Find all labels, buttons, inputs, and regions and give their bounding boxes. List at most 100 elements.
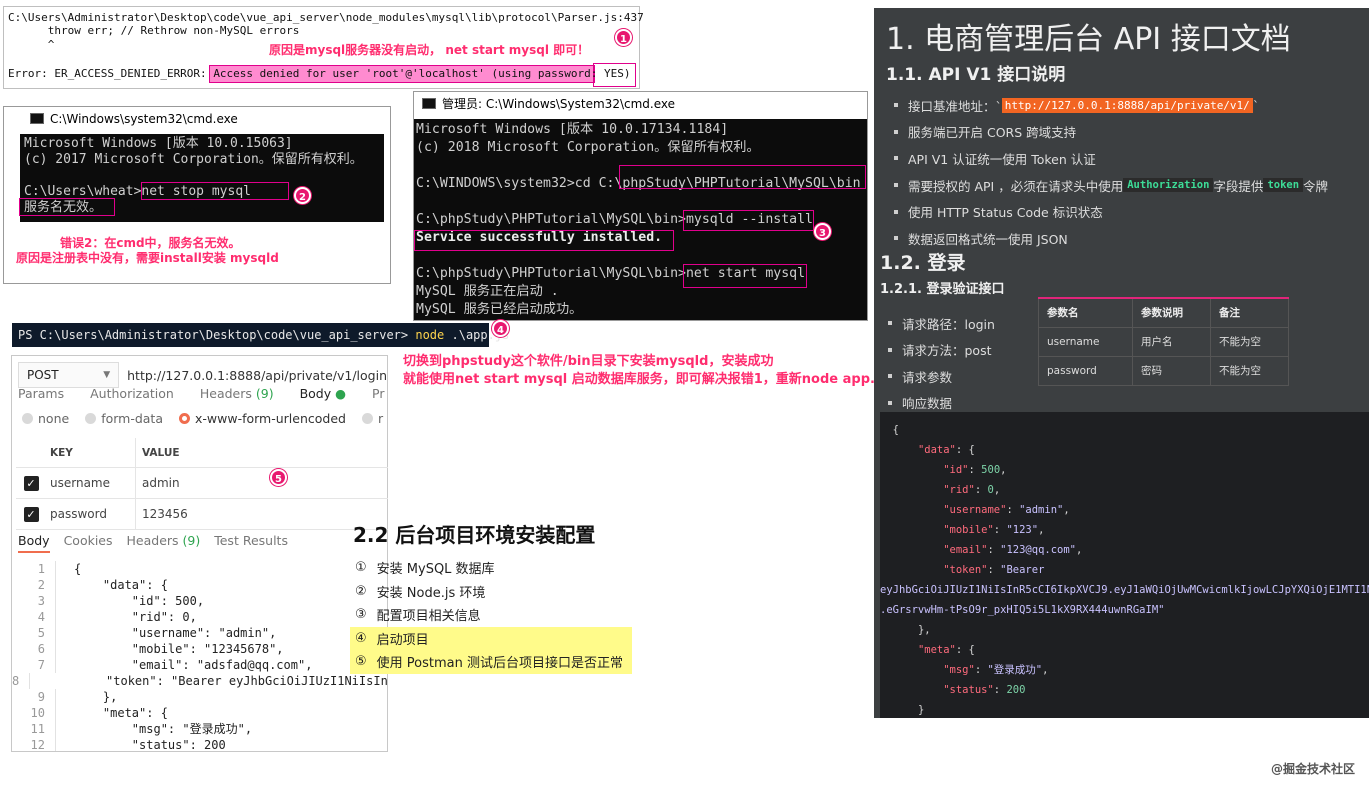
step-marker: ③: [355, 607, 367, 623]
radio-form-data[interactable]: form-data: [85, 411, 163, 426]
json-token: :: [987, 564, 1001, 576]
json-token: 500: [981, 464, 1001, 476]
error-detail: Access denied for user 'root'@'localhost…: [213, 67, 605, 80]
step-marker: ④: [355, 630, 367, 646]
radio-raw[interactable]: r: [361, 411, 383, 426]
item-text: 字段提供: [1213, 178, 1264, 194]
json-line: },: [880, 620, 1369, 640]
url-input[interactable]: http://127.0.0.1:8888/api/private/v1/log…: [127, 368, 387, 383]
watermark: @掘金技术社区: [1270, 762, 1355, 776]
table-row: password 密码 不能为空: [1037, 355, 1289, 386]
json-token: "登录成功": [987, 664, 1043, 676]
list-item: 请求方法：post: [888, 337, 995, 364]
install-result-highlight: [414, 230, 674, 251]
json-line: "id": 500,: [880, 460, 1369, 480]
error-note: 原因是mysql服务器没有启动， net start mysql 即可！: [269, 43, 590, 57]
tab-body-label: Body: [299, 386, 332, 401]
json-line: "rid": 0,: [880, 480, 1369, 500]
method-label: POST: [27, 368, 59, 382]
window-title: C:\Windows\system32\cmd.exe: [50, 111, 238, 126]
radio-none[interactable]: none: [22, 411, 69, 426]
item-text: 接口基准地址：`: [908, 98, 1002, 114]
code-line: 10 "meta": {: [12, 705, 387, 721]
line-number: 6: [12, 641, 56, 657]
table-cell: username: [1037, 326, 1134, 357]
tab-params[interactable]: Params: [18, 386, 64, 401]
list-item: ① 安装 MySQL 数据库: [353, 556, 643, 580]
json-line: .eGrsrvwHm-tPsO9r_pxHIQ5i5L1kX9RX444uwnR…: [880, 600, 1369, 620]
line-number: 7: [12, 657, 56, 673]
chevron-down-icon: ▼: [103, 370, 111, 380]
param-key[interactable]: password: [46, 499, 136, 529]
json-token: ,: [993, 484, 1001, 496]
section-title: 2.2 后台项目环境安装配置: [353, 523, 596, 547]
base-url-code: http://127.0.0.1:8888/api/private/v1/: [1001, 97, 1253, 113]
tab-authorization[interactable]: Authorization: [90, 386, 174, 401]
code-text: "status": 200: [74, 738, 226, 751]
param-value[interactable]: admin: [136, 476, 388, 490]
code-line: 9 },: [12, 689, 387, 705]
error-output-panel: C:\Users\Administrator\Desktop\code\vue_…: [3, 6, 644, 89]
tab-cookies[interactable]: Cookies: [64, 533, 113, 553]
param-value[interactable]: 123456: [136, 507, 388, 521]
console-line: (c) 2018 Microsoft Corporation。保留所有权利。: [416, 140, 760, 155]
tab-headers[interactable]: Headers (9): [200, 386, 274, 401]
param-key[interactable]: username: [46, 468, 136, 498]
line-number: 9: [12, 689, 56, 705]
item-text: 需要授权的 API ，必须在请求头中使用: [908, 178, 1124, 194]
console-icon: [422, 98, 436, 109]
list-item: 请求参数: [888, 363, 995, 390]
tab-pre-request[interactable]: Pr: [372, 386, 384, 401]
tab-test-results[interactable]: Test Results: [214, 533, 288, 553]
api-doc-panel: 1. 电商管理后台 API 接口文档 1.1. API V1 接口说明 接口基准…: [874, 8, 1369, 718]
radio-urlencoded[interactable]: x-www-form-urlencoded: [179, 411, 346, 426]
radio-label: none: [38, 411, 70, 426]
window-titlebar: 管理员: C:\Windows\System32\cmd.exe: [414, 92, 867, 115]
code-text: "data": {: [74, 578, 168, 592]
window-titlebar: C:\Windows\system32\cmd.exe: [4, 107, 390, 130]
error-detail-yes: YES): [604, 67, 631, 80]
list-item: ② 安装 Node.js 环境: [353, 580, 643, 604]
item-text: `: [1252, 97, 1260, 113]
json-line: "token": "Bearer: [880, 560, 1369, 580]
tab-response-headers[interactable]: Headers (9): [127, 533, 201, 553]
line-number: 5: [12, 625, 56, 641]
list-item: 请求路径：login: [888, 310, 995, 337]
code-text: "msg": "登录成功",: [74, 722, 253, 736]
step-marker: ⑤: [355, 654, 367, 670]
json-token: "rid": [943, 484, 975, 496]
table-row: ✓ username admin: [16, 468, 388, 499]
method-select[interactable]: POST ▼: [18, 362, 120, 388]
code-line: 11 "msg": "登录成功",: [12, 721, 387, 737]
table-cell: 用户名: [1132, 326, 1211, 357]
step-badge: 3: [814, 223, 831, 240]
tab-body[interactable]: Body ●: [300, 386, 346, 401]
checkbox[interactable]: ✓: [23, 475, 39, 491]
json-token: :: [993, 524, 1007, 536]
doc-list: 接口基准地址：` http://127.0.0.1:8888/api/privat…: [894, 92, 1328, 252]
code-text: "rid": 0,: [74, 610, 197, 624]
list-item: 需要授权的 API ，必须在请求头中使用 Authorization 字段提供 …: [894, 172, 1328, 199]
json-token: "status": [943, 684, 994, 696]
tab-response-body[interactable]: Body: [18, 533, 50, 553]
json-token: "username": [943, 504, 1007, 516]
step-marker: ②: [355, 583, 367, 599]
setup-section: 2.2 后台项目环境安装配置 ① 安装 MySQL 数据库 ② 安装 Node.js…: [350, 519, 643, 674]
response-tabs: Body Cookies Headers (9) Test Results: [18, 533, 288, 553]
checkbox[interactable]: ✓: [23, 506, 39, 522]
line-number: 11: [12, 721, 56, 737]
json-token: :: [987, 544, 1001, 556]
json-token: .eGrsrvwHm-tPsO9r_pxHIQ5i5L1kX9RX444uwnR…: [880, 604, 1165, 616]
code-line: 7 "email": "adsfad@qq.com",: [12, 657, 387, 673]
json-line: "meta": {: [880, 640, 1369, 660]
json-line: "data": {: [880, 440, 1369, 460]
